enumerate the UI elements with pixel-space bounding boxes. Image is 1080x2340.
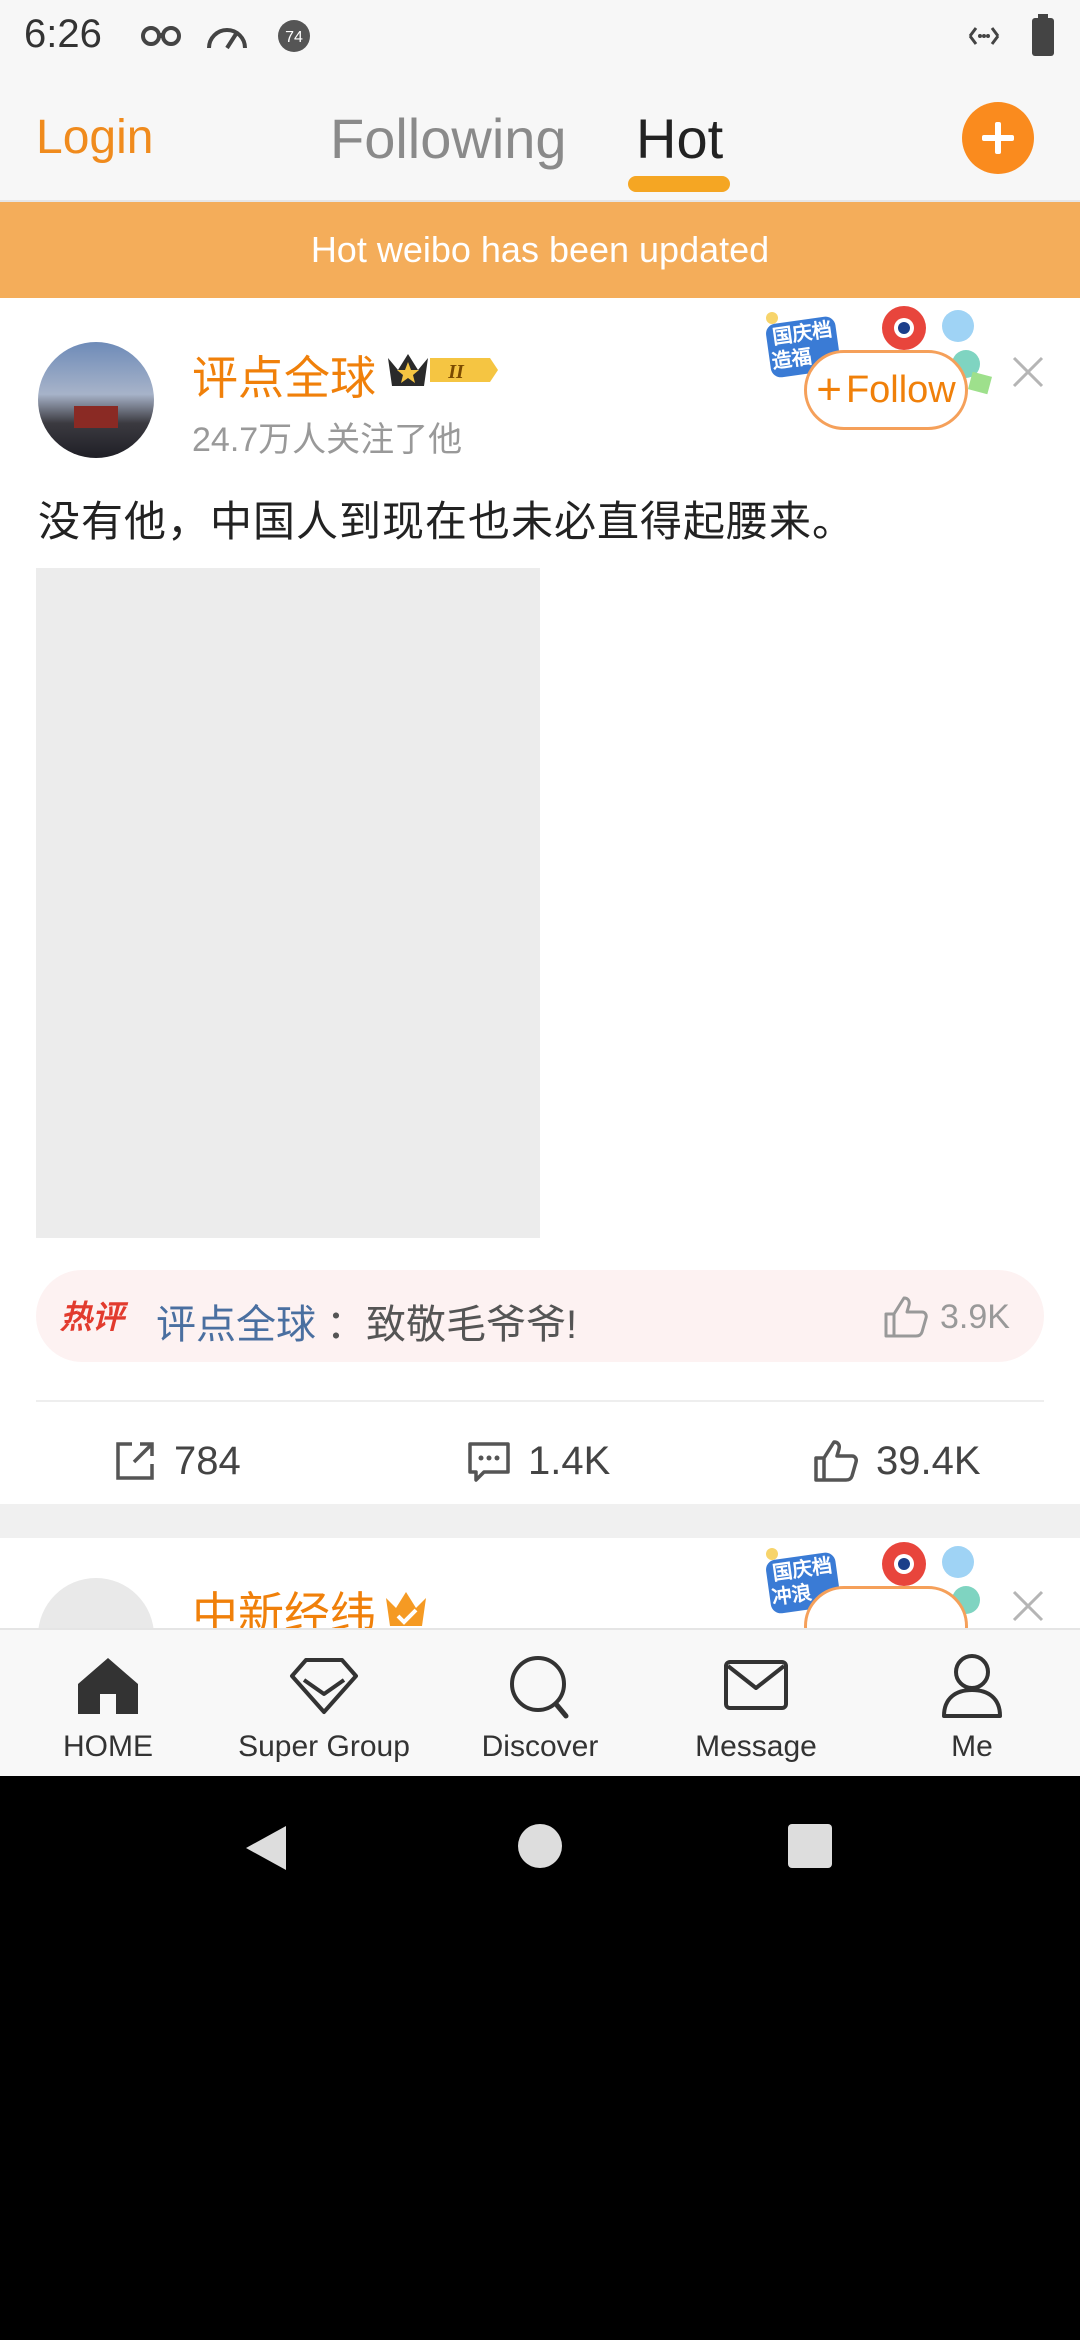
nav-home[interactable]: HOME: [0, 1630, 216, 1778]
speedometer-icon: [207, 28, 247, 50]
search-icon: [510, 1656, 569, 1719]
repost-count: 784: [174, 1438, 241, 1483]
repost-button[interactable]: 784: [112, 1426, 241, 1496]
system-nav-bar: [0, 1776, 1080, 1920]
active-tab-indicator: [628, 176, 730, 192]
close-icon[interactable]: [1010, 354, 1046, 390]
follow-button[interactable]: + Follow: [804, 350, 968, 430]
post-text: 没有他，中国人到现在也未必直得起腰来。: [38, 498, 856, 545]
nav-me[interactable]: Me: [864, 1630, 1080, 1778]
avatar[interactable]: [38, 1578, 154, 1628]
follower-count: 24.7万人关注了他: [192, 421, 463, 459]
home-circle-icon[interactable]: [516, 1822, 564, 1870]
svg-text:II: II: [447, 361, 465, 383]
hot-comment-label: 热评: [60, 1299, 125, 1335]
follow-label: Follow: [845, 368, 956, 411]
plus-icon: +: [816, 365, 842, 414]
share-icon: [116, 1442, 154, 1480]
post-username[interactable]: 评点全球: [192, 342, 376, 408]
hot-comment-user[interactable]: 评点全球: [156, 1292, 316, 1350]
avatar-image-detail: [74, 406, 118, 428]
notification-badge-icon: 74: [278, 20, 310, 52]
divider: [36, 1400, 1044, 1402]
tab-hot[interactable]: Hot: [636, 106, 723, 171]
verified-badge-icon: [386, 1592, 426, 1626]
post-username[interactable]: 中新经纬: [192, 1578, 376, 1628]
nav-label: Super Group: [238, 1730, 410, 1763]
top-header: Login Following Hot: [0, 72, 1080, 202]
thumbs-up-icon[interactable]: [882, 1294, 930, 1340]
bottom-nav: HOME Super Group Discover Message Me: [0, 1628, 1080, 1776]
svg-text:74: 74: [285, 29, 303, 46]
nav-message[interactable]: Message: [648, 1630, 864, 1778]
feed-card[interactable]: 中新经纬 国庆档 冲浪: [0, 1538, 1080, 1628]
status-time: 6:26: [24, 12, 102, 56]
nav-label: Discover: [481, 1730, 599, 1763]
comment-count: 1.4K: [528, 1438, 611, 1483]
thumbs-up-icon: [814, 1440, 858, 1482]
envelope-icon: [724, 1660, 788, 1710]
login-button[interactable]: Login: [36, 110, 153, 165]
like-button[interactable]: 39.4K: [812, 1426, 981, 1496]
home-icon: [78, 1658, 138, 1714]
nav-discover[interactable]: Discover: [432, 1630, 648, 1778]
battery-icon: [1032, 14, 1054, 56]
diamond-icon: [290, 1658, 358, 1714]
comment-button[interactable]: 1.4K: [466, 1426, 610, 1496]
tab-following[interactable]: Following: [330, 106, 567, 171]
close-icon[interactable]: [1010, 1588, 1046, 1624]
back-icon[interactable]: [240, 1822, 292, 1874]
nav-label: Me: [951, 1730, 993, 1763]
status-bar: 6:26 74: [0, 0, 1080, 72]
nav-super-group[interactable]: Super Group: [216, 1630, 432, 1778]
recents-icon[interactable]: [786, 1822, 834, 1870]
like-count: 39.4K: [876, 1438, 981, 1483]
follow-button[interactable]: [804, 1586, 968, 1628]
nav-label: Message: [695, 1730, 817, 1763]
data-transfer-icon: [968, 27, 1000, 45]
incognito-icon: [141, 26, 181, 46]
post-image[interactable]: [36, 568, 540, 1238]
comment-icon: [468, 1442, 510, 1482]
card-separator: [0, 1504, 1080, 1538]
feed-card[interactable]: 评点全球 II 24.7万人关注了他 国庆档 造福 + Follow 没有他，中…: [0, 298, 1080, 1504]
screen: 6:26 74 Login Following Hot Hot weibo ha…: [0, 0, 1080, 2340]
crown-level-badge-icon: II: [388, 354, 498, 386]
hot-comment-like-count: 3.9K: [940, 1298, 1010, 1336]
hot-comment-text: ：致敬毛爷爷!: [326, 1303, 578, 1347]
update-banner: Hot weibo has been updated: [0, 202, 1080, 298]
nav-label: HOME: [63, 1730, 153, 1763]
hot-comment[interactable]: 热评 评点全球 ：致敬毛爷爷! 3.9K: [36, 1270, 1044, 1362]
avatar[interactable]: [38, 342, 154, 458]
compose-button[interactable]: [962, 102, 1034, 174]
profile-icon: [942, 1654, 1002, 1718]
